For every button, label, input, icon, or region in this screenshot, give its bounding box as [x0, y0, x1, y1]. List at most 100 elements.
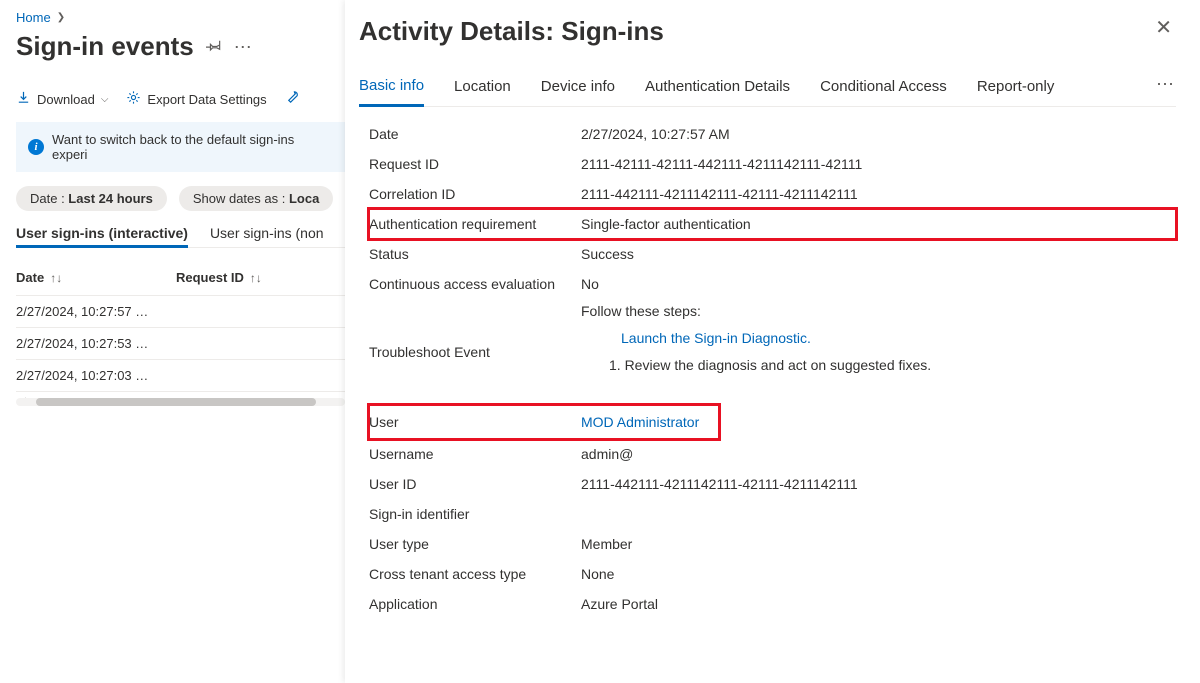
- field-status: Status Success: [369, 239, 1176, 269]
- export-settings-button[interactable]: Export Data Settings: [126, 90, 266, 108]
- cell-request: [176, 368, 316, 383]
- col-date-label: Date: [16, 270, 44, 285]
- cell-request: [176, 304, 316, 319]
- table-row[interactable]: 2/27/2024, 10:27:53 …: [16, 327, 345, 359]
- download-label: Download: [37, 92, 95, 107]
- label-cae: Continuous access evaluation: [369, 276, 581, 292]
- tab-report-only[interactable]: Report-only: [977, 72, 1055, 105]
- label-cross-tenant: Cross tenant access type: [369, 566, 581, 582]
- col-request-label: Request ID: [176, 270, 244, 285]
- label-date: Date: [369, 126, 581, 142]
- subtabs: User sign-ins (interactive) User sign-in…: [16, 225, 345, 248]
- panel-fields: Date 2/27/2024, 10:27:57 AM Request ID 2…: [359, 107, 1176, 619]
- label-auth-requirement: Authentication requirement: [369, 216, 581, 232]
- tab-conditional-access[interactable]: Conditional Access: [820, 72, 947, 105]
- label-user: User: [369, 412, 581, 432]
- field-cross-tenant: Cross tenant access type None: [369, 559, 1176, 589]
- toolbar: Download ⌵ Export Data Settings: [16, 90, 345, 108]
- scrollbar[interactable]: [16, 398, 345, 406]
- sort-icon: ↑↓: [50, 271, 62, 285]
- value-date: 2/27/2024, 10:27:57 AM: [581, 126, 1176, 142]
- filter-showdates[interactable]: Show dates as : Loca: [179, 186, 333, 211]
- tab-basic-info[interactable]: Basic info: [359, 71, 424, 107]
- close-icon[interactable]: ✕: [1151, 16, 1176, 40]
- label-signin-identifier: Sign-in identifier: [369, 506, 581, 522]
- table-row[interactable]: 2/27/2024, 10:27:03 …: [16, 359, 345, 391]
- cell-request: [176, 336, 316, 351]
- label-troubleshoot: Troubleshoot Event: [369, 344, 581, 360]
- field-username: Username admin@: [369, 439, 1176, 469]
- field-auth-requirement: Authentication requirement Single-factor…: [369, 209, 1176, 239]
- scrollbar-thumb[interactable]: [36, 398, 316, 406]
- filter-showdates-prefix: Show dates as :: [193, 191, 289, 206]
- table-row[interactable]: 2/27/2024, 10:27:57 …: [16, 295, 345, 327]
- info-icon: i: [28, 139, 44, 155]
- breadcrumb: Home ❯: [16, 10, 345, 25]
- field-troubleshoot: Troubleshoot Event Follow these steps: L…: [369, 321, 1176, 383]
- info-text: Want to switch back to the default sign-…: [52, 132, 333, 162]
- troubleshoot-review: 1. Review the diagnosis and act on sugge…: [581, 354, 1176, 376]
- value-user-type: Member: [581, 536, 1176, 552]
- value-status: Success: [581, 246, 1176, 262]
- more-icon[interactable]: ⋯: [234, 42, 253, 52]
- tab-location[interactable]: Location: [454, 72, 511, 105]
- info-bar: i Want to switch back to the default sig…: [16, 122, 345, 172]
- download-button[interactable]: Download ⌵: [16, 90, 108, 108]
- chevron-right-icon: ❯: [57, 12, 65, 23]
- value-request-id: 2111-42111-42111-442111-4211142111-42111: [581, 156, 1176, 172]
- field-user: User MOD Administrator: [369, 405, 719, 439]
- gear-icon: [126, 90, 141, 108]
- troubleshoot-button[interactable]: [285, 90, 300, 108]
- main-page: Home ❯ Sign-in events ⋯ Download ⌵ Expor…: [0, 0, 345, 405]
- filter-pills: Date : Last 24 hours Show dates as : Loc…: [16, 186, 345, 211]
- value-auth-requirement: Single-factor authentication: [581, 216, 1176, 232]
- filter-date-value: Last 24 hours: [68, 191, 153, 206]
- export-label: Export Data Settings: [147, 92, 266, 107]
- col-date[interactable]: Date ↑↓: [16, 260, 176, 295]
- value-username: admin@: [581, 446, 1176, 462]
- value-cae: No: [581, 276, 1176, 292]
- field-user-id: User ID 2111-442111-4211142111-42111-421…: [369, 469, 1176, 499]
- launch-diagnostic-link[interactable]: Launch the Sign-in Diagnostic.: [581, 330, 1176, 346]
- panel-title: Activity Details: Sign-ins: [359, 16, 664, 47]
- label-application: Application: [369, 596, 581, 612]
- troubleshoot-follow: Follow these steps:: [581, 300, 1176, 322]
- value-application: Azure Portal: [581, 596, 1176, 612]
- panel-header: Activity Details: Sign-ins ✕: [359, 16, 1176, 47]
- table-header: Date ↑↓ Request ID ↑↓: [16, 260, 345, 295]
- filter-date[interactable]: Date : Last 24 hours: [16, 186, 167, 211]
- tabs-more-icon[interactable]: ⋯: [1156, 74, 1176, 103]
- user-link[interactable]: MOD Administrator: [581, 414, 699, 430]
- col-request-id[interactable]: Request ID ↑↓: [176, 260, 316, 295]
- field-application: Application Azure Portal: [369, 589, 1176, 619]
- sort-icon: ↑↓: [250, 271, 262, 285]
- table-bottom: ◀: [16, 391, 345, 405]
- cell-date: 2/27/2024, 10:27:53 …: [16, 336, 176, 351]
- label-username: Username: [369, 446, 581, 462]
- field-cae: Continuous access evaluation No: [369, 269, 1176, 299]
- details-panel: Activity Details: Sign-ins ✕ Basic info …: [345, 0, 1200, 683]
- breadcrumb-home[interactable]: Home: [16, 10, 51, 25]
- field-date: Date 2/27/2024, 10:27:57 AM: [369, 119, 1176, 149]
- tab-noninteractive[interactable]: User sign-ins (non: [210, 225, 324, 248]
- filter-date-prefix: Date :: [30, 191, 68, 206]
- label-status: Status: [369, 246, 581, 262]
- label-user-id: User ID: [369, 476, 581, 492]
- download-icon: [16, 90, 31, 108]
- value-troubleshoot: Follow these steps: Launch the Sign-in D…: [581, 328, 1176, 376]
- cell-date: 2/27/2024, 10:27:03 …: [16, 368, 176, 383]
- pin-icon[interactable]: [206, 37, 222, 56]
- value-correlation-id: 2111-442111-4211142111-42111-4211142111: [581, 186, 1176, 202]
- label-correlation-id: Correlation ID: [369, 186, 581, 202]
- label-user-type: User type: [369, 536, 581, 552]
- field-correlation-id: Correlation ID 2111-442111-4211142111-42…: [369, 179, 1176, 209]
- value-user: MOD Administrator: [581, 412, 719, 432]
- cell-date: 2/27/2024, 10:27:57 …: [16, 304, 176, 319]
- page-title: Sign-in events: [16, 31, 194, 62]
- filter-showdates-value: Loca: [289, 191, 319, 206]
- tab-device-info[interactable]: Device info: [541, 72, 615, 105]
- value-cross-tenant: None: [581, 566, 1176, 582]
- tab-interactive[interactable]: User sign-ins (interactive): [16, 225, 188, 248]
- wrench-icon: [285, 90, 300, 108]
- tab-auth-details[interactable]: Authentication Details: [645, 72, 790, 105]
